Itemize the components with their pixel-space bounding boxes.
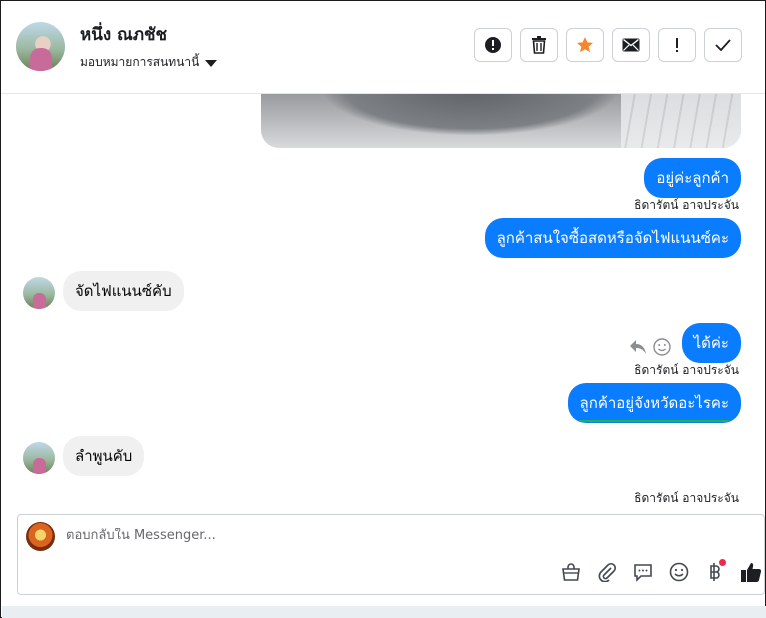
message-thread[interactable]: อยู่ค่ะลูกค้า ธิดารัตน์ อาจประจัน ลูกค้า… (1, 94, 765, 512)
reply-composer (17, 514, 765, 595)
page-avatar (26, 522, 55, 551)
assign-label: มอบหมายการสนทนานี้ (80, 55, 200, 69)
follow-up-button[interactable] (658, 28, 696, 62)
message-bubble-out[interactable]: ลูกค้าอยู่จังหวัดอะไรคะ (567, 383, 741, 423)
react-emoji-icon[interactable] (653, 338, 671, 356)
mark-done-button[interactable] (704, 28, 742, 62)
bottom-bar (2, 606, 766, 618)
speech-bubble-icon (634, 564, 652, 582)
check-icon (715, 39, 731, 51)
star-button[interactable] (566, 28, 604, 62)
reply-input[interactable] (66, 528, 666, 543)
assign-conversation-dropdown[interactable]: มอบหมายการสนทนานี้ (80, 53, 218, 72)
saved-replies-button[interactable] (632, 561, 654, 583)
sender-label: ธิดารัตน์ อาจประจัน (634, 491, 739, 505)
shop-button[interactable] (560, 561, 582, 583)
caret-down-icon (205, 60, 218, 67)
thumbs-up-icon (741, 563, 762, 583)
exclamation-icon (676, 38, 678, 52)
notification-dot (719, 559, 726, 566)
message-bubble-in[interactable]: ลำพูนคับ (63, 436, 145, 476)
message-bubble-out[interactable]: ลูกค้าสนใจซื้อสดหรือจัดไฟแนนซ์คะ (484, 218, 741, 258)
contact-avatar[interactable] (16, 22, 65, 71)
paperclip-icon (598, 562, 617, 582)
emoji-icon (669, 562, 689, 582)
header-toolbar (474, 28, 742, 62)
trash-icon (532, 36, 546, 54)
mark-unread-button[interactable] (612, 28, 650, 62)
emoji-button[interactable] (668, 561, 690, 583)
message-bubble-out[interactable]: ได้ค่ะ (681, 323, 741, 363)
sender-label: ธิดารัตน์ อาจประจัน (634, 198, 739, 212)
shared-photo[interactable] (261, 94, 741, 148)
conversation-panel: หนึ่ง ณภชัช มอบหมายการสนทนานี้ อยู่ค่ะลู… (0, 0, 766, 618)
send-like-button[interactable] (740, 561, 762, 583)
contact-avatar-small (23, 442, 55, 474)
composer-toolbar (560, 559, 762, 583)
message-actions (629, 338, 671, 356)
contact-name[interactable]: หนึ่ง ณภชัช (80, 21, 167, 48)
sender-label: ธิดารัตน์ อาจประจัน (634, 363, 739, 377)
alert-circle-icon (485, 37, 501, 53)
attach-button[interactable] (596, 561, 618, 583)
message-bubble-in[interactable]: จัดไฟแนนซ์คับ (63, 271, 184, 311)
bag-icon (562, 563, 580, 581)
payment-button[interactable] (704, 559, 726, 583)
mark-spam-button[interactable] (474, 28, 512, 62)
contact-avatar-small (23, 277, 55, 309)
message-bubble-out[interactable]: อยู่ค่ะลูกค้า (644, 158, 741, 198)
conversation-header: หนึ่ง ณภชัช มอบหมายการสนทนานี้ (1, 1, 765, 94)
envelope-icon (622, 38, 640, 52)
star-icon (577, 37, 593, 53)
reply-icon[interactable] (629, 339, 647, 355)
delete-button[interactable] (520, 28, 558, 62)
seen-indicator (579, 420, 729, 422)
